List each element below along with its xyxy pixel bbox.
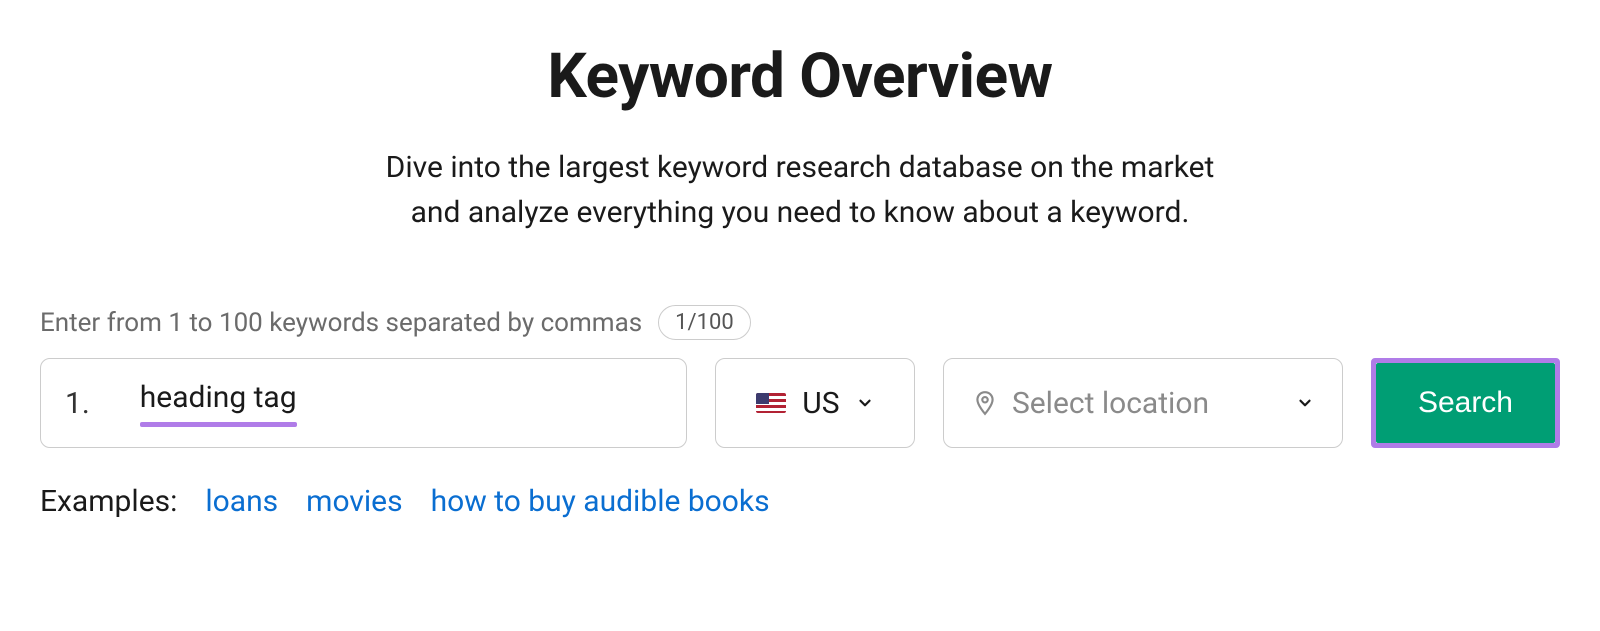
page-subtitle: Dive into the largest keyword research d… — [40, 145, 1560, 235]
keyword-count-badge: 1/100 — [658, 305, 751, 340]
keyword-overview-panel: Keyword Overview Dive into the largest k… — [40, 40, 1560, 519]
keyword-input-value: heading tag — [140, 380, 297, 416]
keyword-row-number: 1. — [65, 386, 90, 421]
examples-label: Examples: — [40, 484, 177, 519]
chevron-down-icon — [856, 394, 874, 412]
controls-row: 1. heading tag US Select location — [40, 358, 1560, 448]
example-link-audible[interactable]: how to buy audible books — [431, 484, 770, 519]
country-label: US — [802, 386, 839, 421]
input-hint: Enter from 1 to 100 keywords separated b… — [40, 308, 642, 338]
chevron-down-icon — [1296, 394, 1314, 412]
subtitle-line-2: and analyze everything you need to know … — [411, 195, 1190, 230]
us-flag-icon — [756, 393, 786, 413]
examples-row: Examples: loans movies how to buy audibl… — [40, 484, 1560, 519]
location-placeholder: Select location — [1012, 386, 1209, 421]
subtitle-line-1: Dive into the largest keyword research d… — [386, 150, 1215, 185]
search-button[interactable]: Search — [1376, 363, 1555, 443]
page-title: Keyword Overview — [40, 40, 1560, 113]
input-hint-row: Enter from 1 to 100 keywords separated b… — [40, 305, 1560, 340]
example-link-loans[interactable]: loans — [205, 484, 278, 519]
search-button-highlight: Search — [1371, 358, 1560, 448]
highlight-underline — [140, 422, 297, 427]
country-dropdown[interactable]: US — [715, 358, 915, 448]
location-dropdown[interactable]: Select location — [943, 358, 1343, 448]
keyword-input[interactable]: 1. heading tag — [40, 358, 687, 448]
example-link-movies[interactable]: movies — [306, 484, 402, 519]
location-pin-icon — [972, 390, 998, 416]
